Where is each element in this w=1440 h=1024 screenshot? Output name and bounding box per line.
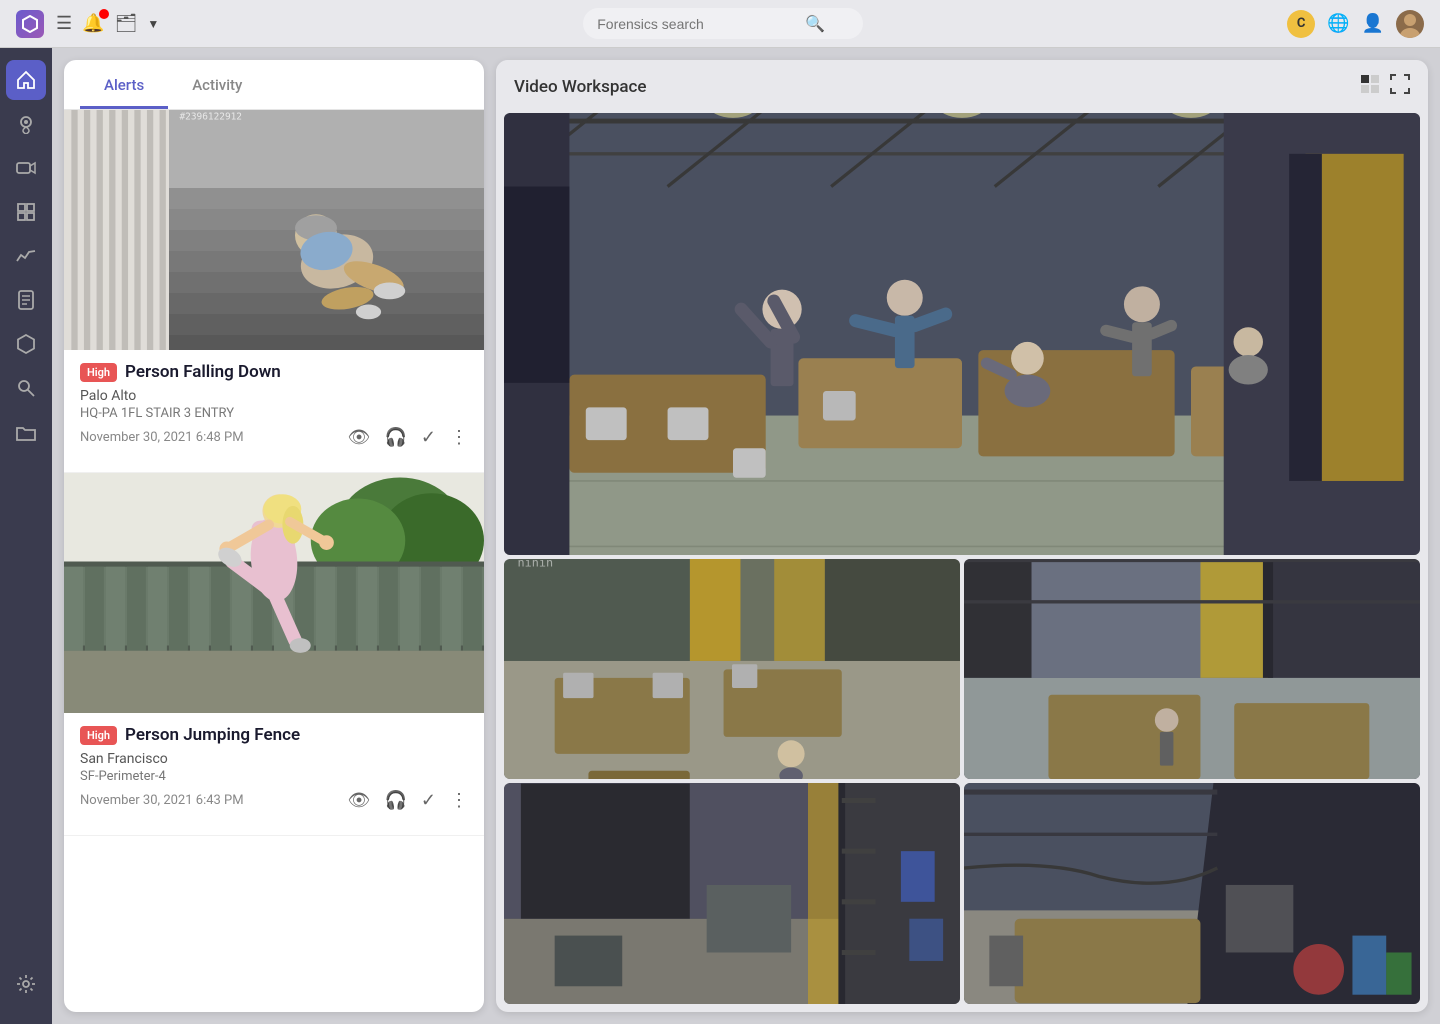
alert-timestamp-1: November 30, 2021 6:48 PM: [80, 430, 244, 445]
sidebar-item-home[interactable]: [6, 60, 46, 100]
video-cell-br[interactable]: 07:21:14:25: [964, 559, 1420, 780]
tabs-header: Alerts Activity: [64, 60, 484, 110]
sidebar-bottom: [6, 964, 46, 1012]
alert-title-2: Person Jumping Fence: [125, 725, 300, 745]
search-icon: 🔍: [805, 14, 825, 33]
video-cell-lr[interactable]: [964, 783, 1420, 1004]
alert-timestamp-2: November 30, 2021 6:43 PM: [80, 793, 244, 808]
tab-alerts[interactable]: Alerts: [80, 60, 168, 109]
sidebar-item-folder[interactable]: [6, 412, 46, 452]
user-avatar-c[interactable]: C: [1287, 10, 1315, 38]
sidebar-item-hexagon[interactable]: [6, 324, 46, 364]
sidebar-item-search[interactable]: [6, 368, 46, 408]
video-workspace-title: Video Workspace: [514, 77, 647, 97]
sidebar-item-location[interactable]: [6, 104, 46, 144]
alert-sublocation-2: SF-Perimeter-4: [80, 769, 468, 784]
notification-icon[interactable]: 🔔: [82, 13, 104, 34]
alert-footer-2: November 30, 2021 6:43 PM 👁 🎧 ✓ ⋮: [80, 790, 468, 811]
alert-title-row-2: High Person Jumping Fence: [80, 725, 468, 745]
alert-title-row-1: High Person Falling Down: [80, 362, 468, 382]
app-logo[interactable]: [16, 10, 44, 38]
alerts-list: #2396122912 High Person Falling Down Pal…: [64, 110, 484, 1012]
more-icon-2[interactable]: ⋮: [450, 790, 468, 811]
notification-dot: [99, 9, 109, 19]
user-avatar-photo[interactable]: [1396, 10, 1424, 38]
sidebar-item-reports[interactable]: [6, 280, 46, 320]
alert-footer-1: November 30, 2021 6:48 PM 👁 🎧 ✓ ⋮: [80, 427, 468, 448]
severity-badge-2: High: [80, 726, 117, 745]
alert-location-1: Palo Alto: [80, 388, 468, 404]
video-header-controls: [1360, 74, 1410, 99]
alert-info-2: High Person Jumping Fence San Francisco …: [64, 713, 484, 819]
video-grid: 07:21:14:25: [496, 113, 1428, 1012]
headset-icon-1[interactable]: 🎧: [384, 427, 406, 448]
video-panel: Video Workspace: [496, 60, 1428, 1012]
search-bar[interactable]: 🔍: [583, 8, 863, 39]
alert-card-1: #2396122912 High Person Falling Down Pal…: [64, 110, 484, 473]
more-icon-1[interactable]: ⋮: [450, 427, 468, 448]
fullscreen-icon[interactable]: [1390, 74, 1410, 99]
topbar-right: C 🌐 👤: [1287, 10, 1424, 38]
topbar-left-icons: ☰ 🔔 🗂 ▼: [56, 13, 159, 34]
view-icon-2[interactable]: 👁: [348, 790, 371, 811]
checkmark-icon-2[interactable]: ✓: [421, 790, 436, 811]
alert-image-2: [64, 473, 484, 713]
alert-card-2: High Person Jumping Fence San Francisco …: [64, 473, 484, 836]
alert-actions-1: 👁 🎧 ✓ ⋮: [348, 427, 468, 448]
main-layout: Alerts Activity: [0, 48, 1440, 1024]
users-icon[interactable]: 👤: [1362, 13, 1384, 34]
topbar: ☰ 🔔 🗂 ▼ 🔍 C 🌐 👤: [0, 0, 1440, 48]
grid-view-icon[interactable]: [1360, 74, 1380, 99]
alert-actions-2: 👁 🎧 ✓ ⋮: [348, 790, 468, 811]
alert-location-2: San Francisco: [80, 751, 468, 767]
tab-activity[interactable]: Activity: [168, 60, 266, 109]
alert-sublocation-1: HQ-PA 1FL STAIR 3 ENTRY: [80, 406, 468, 421]
video-header: Video Workspace: [496, 60, 1428, 113]
alert-title-1: Person Falling Down: [125, 362, 281, 382]
view-icon-1[interactable]: 👁: [348, 427, 371, 448]
dropdown-arrow-icon[interactable]: ▼: [147, 17, 159, 31]
svg-text:ninin: ninin: [518, 559, 554, 569]
sidebar: [0, 48, 52, 1024]
video-cell-main[interactable]: 07:21:14:25: [504, 113, 1420, 555]
svg-text:#2396122912: #2396122912: [180, 112, 243, 123]
folder-icon[interactable]: 🗂: [115, 13, 138, 34]
severity-badge-1: High: [80, 363, 117, 382]
sidebar-item-grid[interactable]: [6, 192, 46, 232]
search-area: 🔍: [171, 8, 1275, 39]
video-cell-bl[interactable]: 07:21:14:25 ninin: [504, 559, 960, 780]
alerts-panel: Alerts Activity: [64, 60, 484, 1012]
checkmark-icon-1[interactable]: ✓: [421, 427, 436, 448]
alert-image-1: #2396122912: [64, 110, 484, 350]
sidebar-item-camera[interactable]: [6, 148, 46, 188]
hamburger-icon[interactable]: ☰: [56, 13, 72, 34]
video-cell-ll[interactable]: [504, 783, 960, 1004]
sidebar-item-settings[interactable]: [6, 964, 46, 1004]
sidebar-item-analytics[interactable]: [6, 236, 46, 276]
search-input[interactable]: [597, 16, 797, 32]
headset-icon-2[interactable]: 🎧: [384, 790, 406, 811]
alert-info-1: High Person Falling Down Palo Alto HQ-PA…: [64, 350, 484, 456]
globe-icon[interactable]: 🌐: [1327, 13, 1349, 34]
content-area: Alerts Activity: [52, 48, 1440, 1024]
